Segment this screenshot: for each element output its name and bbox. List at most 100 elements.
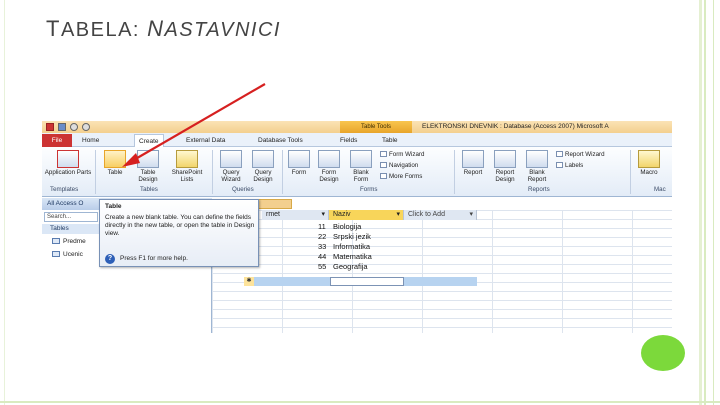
group-separator bbox=[95, 150, 96, 194]
navigation-icon bbox=[380, 162, 387, 169]
navigation-search-input[interactable]: Search... bbox=[44, 212, 98, 222]
column-header-id[interactable]: rmet ▾ bbox=[262, 210, 329, 220]
form-design-icon bbox=[318, 150, 340, 168]
labels-button[interactable]: Labels bbox=[556, 162, 583, 170]
nav-item-label: Ucenic bbox=[63, 251, 83, 258]
redo-icon[interactable] bbox=[82, 123, 90, 131]
form-wizard-icon bbox=[380, 151, 387, 158]
report-design-label: Report Design bbox=[495, 169, 515, 183]
blank-form-label: Blank Form bbox=[353, 169, 369, 183]
nav-item-ucenici[interactable]: Ucenic bbox=[52, 251, 83, 258]
report-button[interactable]: Report bbox=[458, 150, 488, 176]
frame-right-line bbox=[699, 0, 702, 405]
report-wizard-button[interactable]: Report Wizard bbox=[556, 151, 605, 159]
macro-label: Macro bbox=[640, 169, 658, 176]
tab-external-data[interactable]: External Data bbox=[182, 134, 229, 147]
cell-naziv[interactable]: Geografija bbox=[333, 262, 368, 271]
report-design-icon bbox=[494, 150, 516, 168]
access-logo-icon bbox=[46, 123, 54, 131]
form-label: Form bbox=[291, 169, 307, 176]
datasheet-area: e rmet▾ Naziv▾ Click to Add▾ 11 Biologij… bbox=[212, 198, 672, 333]
title-first-letter: T bbox=[46, 16, 61, 41]
blank-form-button[interactable]: Blank Form bbox=[346, 150, 376, 183]
query-design-button[interactable]: Query Design bbox=[248, 150, 278, 183]
blank-report-icon bbox=[526, 150, 548, 168]
tab-create[interactable]: Create bbox=[134, 134, 164, 147]
frame-bottom-line bbox=[0, 401, 720, 403]
new-record-star-icon: ✱ bbox=[244, 277, 254, 286]
group-macros: Mac bbox=[654, 186, 666, 193]
labels-label: Labels bbox=[565, 162, 584, 169]
undo-icon[interactable] bbox=[70, 123, 78, 131]
group-reports: Reports bbox=[528, 186, 550, 193]
tab-file[interactable]: File bbox=[42, 134, 72, 147]
help-icon: ? bbox=[105, 254, 115, 264]
dropdown-arrow-icon[interactable]: ▾ bbox=[469, 210, 476, 220]
access-screenshot: Table Tools ELEKTRONSKI DNEVNIK : Databa… bbox=[42, 121, 672, 333]
form-button[interactable]: Form bbox=[286, 150, 312, 176]
query-wizard-icon bbox=[220, 150, 242, 168]
tab-fields[interactable]: Fields bbox=[336, 134, 361, 147]
table-tools-context-tab: Table Tools bbox=[340, 121, 412, 133]
slide-title: TABELA: NASTAVNICI bbox=[46, 16, 281, 42]
cell-id[interactable]: 33 bbox=[318, 242, 326, 251]
column-header-label: rmet bbox=[266, 211, 280, 218]
datasheet-grid bbox=[212, 210, 672, 333]
report-wizard-label: Report Wizard bbox=[565, 151, 605, 158]
nav-item-predmet[interactable]: Predme bbox=[52, 238, 86, 245]
column-header-naziv[interactable]: Naziv ▾ bbox=[329, 210, 404, 220]
query-wizard-button[interactable]: Query Wizard bbox=[216, 150, 246, 183]
cell-naziv[interactable]: Srpski jezik bbox=[333, 232, 371, 241]
tooltip-help: Press F1 for more help. bbox=[120, 255, 188, 262]
report-icon bbox=[462, 150, 484, 168]
tab-table[interactable]: Table bbox=[378, 134, 402, 147]
blank-form-icon bbox=[350, 150, 372, 168]
form-design-button[interactable]: Form Design bbox=[314, 150, 344, 183]
more-forms-icon bbox=[380, 173, 387, 180]
title-rest: ABELA: bbox=[60, 19, 148, 41]
group-queries: Queries bbox=[232, 186, 254, 193]
cell-naziv[interactable]: Informatika bbox=[333, 242, 370, 251]
title-n: N bbox=[147, 16, 165, 41]
report-wizard-icon bbox=[556, 151, 563, 158]
new-record-cell[interactable] bbox=[330, 277, 404, 286]
cell-id[interactable]: 55 bbox=[318, 262, 326, 271]
macro-button[interactable]: Macro bbox=[634, 150, 664, 176]
table-tooltip: Table Create a new blank table. You can … bbox=[99, 199, 259, 267]
sharepoint-lists-button[interactable]: SharePoint Lists bbox=[166, 150, 208, 183]
cell-naziv[interactable]: Biologija bbox=[333, 222, 361, 231]
window-title: ELEKTRONSKI DNEVNIK : Database (Access 2… bbox=[422, 123, 609, 130]
table-button-label: Table bbox=[107, 169, 123, 176]
sharepoint-lists-icon bbox=[176, 150, 198, 168]
tab-database-tools[interactable]: Database Tools bbox=[254, 134, 307, 147]
table-design-icon bbox=[137, 150, 159, 168]
cell-naziv[interactable]: Matematika bbox=[333, 252, 372, 261]
query-design-label: Query Design bbox=[253, 169, 273, 183]
cell-id[interactable]: 22 bbox=[318, 232, 326, 241]
form-wizard-button[interactable]: Form Wizard bbox=[380, 151, 424, 159]
column-header-click-to-add[interactable]: Click to Add ▾ bbox=[404, 210, 477, 220]
table-icon bbox=[104, 150, 126, 168]
application-parts-button[interactable]: Application Parts bbox=[44, 150, 92, 176]
report-label: Report bbox=[463, 169, 483, 176]
nav-group-tables[interactable]: Tables bbox=[42, 224, 102, 234]
dropdown-arrow-icon[interactable]: ▾ bbox=[321, 210, 328, 220]
table-button[interactable]: Table bbox=[100, 150, 130, 176]
ribbon-tabs: File Home Create External Data Database … bbox=[42, 133, 672, 147]
more-forms-label: More Forms bbox=[389, 173, 423, 180]
save-icon[interactable] bbox=[58, 123, 66, 131]
tab-home[interactable]: Home bbox=[78, 134, 103, 147]
more-forms-button[interactable]: More Forms bbox=[380, 173, 422, 181]
cell-id[interactable]: 44 bbox=[318, 252, 326, 261]
dropdown-arrow-icon[interactable]: ▾ bbox=[396, 210, 403, 220]
nav-item-label: Predme bbox=[63, 238, 86, 245]
cell-id[interactable]: 11 bbox=[318, 222, 326, 231]
report-design-button[interactable]: Report Design bbox=[490, 150, 520, 183]
table-design-button[interactable]: Table Design bbox=[132, 150, 164, 183]
tooltip-title: Table bbox=[105, 203, 122, 210]
navigation-button[interactable]: Navigation bbox=[380, 162, 418, 170]
query-wizard-label: Query Wizard bbox=[221, 169, 241, 183]
frame-right-band bbox=[704, 0, 714, 405]
group-separator bbox=[454, 150, 455, 194]
blank-report-button[interactable]: Blank Report bbox=[522, 150, 552, 183]
